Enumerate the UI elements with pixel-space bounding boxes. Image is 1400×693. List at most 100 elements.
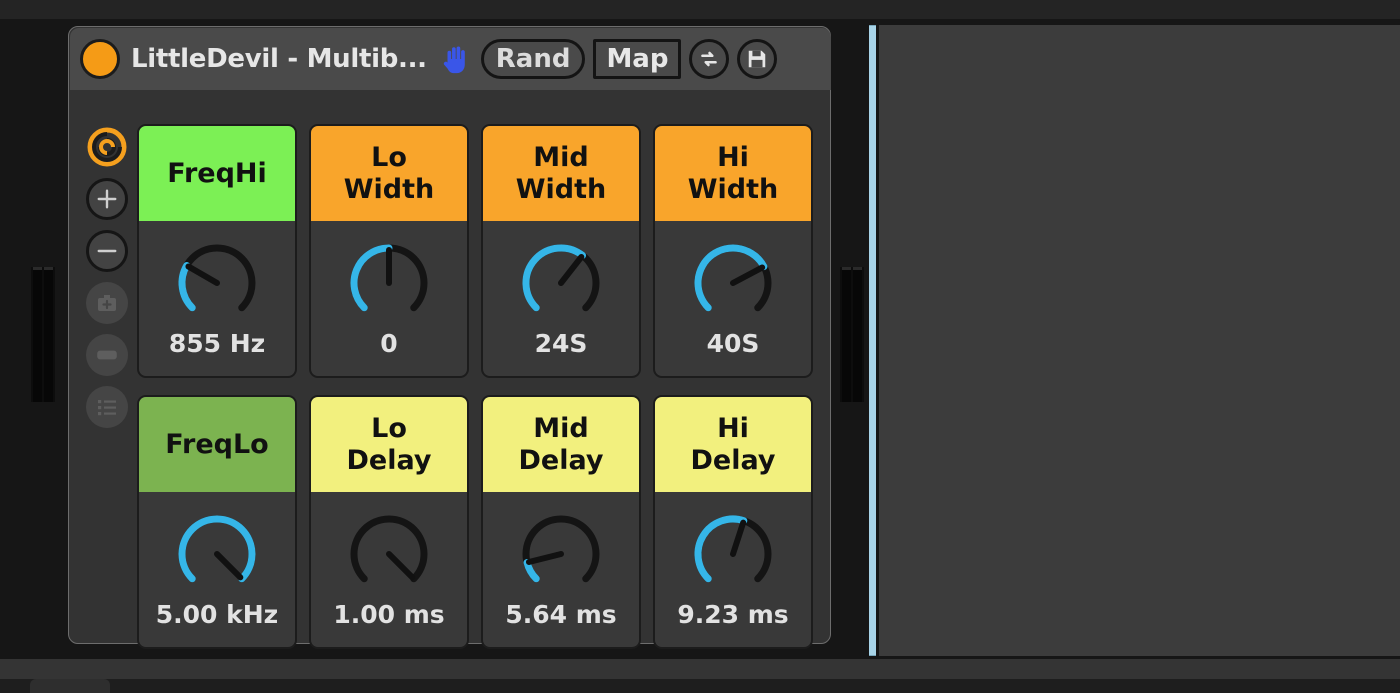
add-macro-button[interactable] bbox=[86, 178, 128, 220]
macro-value: 5.00 kHz bbox=[155, 600, 279, 629]
macro-cell[interactable]: Lo Width 0 bbox=[309, 124, 469, 378]
minus-icon bbox=[97, 249, 117, 253]
macro-cell[interactable]: Hi Delay 9.23 ms bbox=[653, 395, 813, 649]
meter-bar-l bbox=[33, 267, 42, 402]
floppy-disk-save-icon bbox=[749, 50, 766, 68]
macro-knob-area[interactable]: 1.00 ms bbox=[311, 492, 467, 647]
session-right-panel[interactable] bbox=[879, 25, 1400, 656]
window-bottom-strip bbox=[0, 659, 1400, 679]
device-panel: LittleDevil - Multib... Rand Map FreqHi … bbox=[68, 26, 831, 649]
knob-track bbox=[522, 515, 600, 583]
knob-pointer bbox=[730, 519, 747, 557]
knob-graphic bbox=[522, 244, 600, 312]
map-button[interactable]: Map bbox=[593, 39, 682, 79]
knob-graphic bbox=[694, 244, 772, 312]
macro-knob-area[interactable]: 24S bbox=[483, 221, 639, 376]
macro-cell[interactable]: FreqHi 855 Hz bbox=[137, 124, 297, 378]
macro-knob[interactable] bbox=[337, 502, 441, 606]
macro-label: Lo Width bbox=[311, 126, 467, 221]
macro-value: 40S bbox=[706, 329, 760, 358]
window-bottom-bar bbox=[0, 679, 1400, 693]
save-preset-button[interactable] bbox=[737, 39, 778, 79]
minus-box-icon bbox=[97, 350, 117, 360]
macro-row: FreqHi 855 Hz Lo Width 0 Mid Width 24S H… bbox=[137, 124, 821, 378]
macro-cell[interactable]: Mid Width 24S bbox=[481, 124, 641, 378]
macro-knob-area[interactable]: 40S bbox=[655, 221, 811, 376]
macro-knob-area[interactable]: 855 Hz bbox=[139, 221, 295, 376]
knob-graphic bbox=[522, 515, 600, 583]
camera-icon bbox=[98, 295, 116, 311]
bottom-tab-stub[interactable] bbox=[30, 679, 110, 693]
macro-value: 1.00 ms bbox=[333, 600, 445, 629]
knob-graphic bbox=[350, 515, 428, 583]
knob-pointer bbox=[185, 263, 220, 286]
macro-knob-area[interactable]: 5.00 kHz bbox=[139, 492, 295, 647]
macro-value: 0 bbox=[380, 329, 398, 358]
macro-knob[interactable] bbox=[509, 502, 613, 606]
knob-fill bbox=[178, 515, 256, 583]
device-title-bar: LittleDevil - Multib... Rand Map bbox=[70, 28, 831, 90]
track-level-meter-left bbox=[31, 267, 55, 402]
knob-pointer bbox=[386, 551, 416, 581]
macro-knob[interactable] bbox=[165, 502, 269, 606]
meter-bar-r bbox=[853, 267, 862, 402]
macro-cell[interactable]: FreqLo 5.00 kHz bbox=[137, 395, 297, 649]
sidebar-item-macro-spiral[interactable] bbox=[86, 126, 128, 168]
device-left-rail bbox=[77, 99, 137, 635]
plus-icon bbox=[97, 189, 117, 209]
macro-cell[interactable]: Mid Delay 5.64 ms bbox=[481, 395, 641, 649]
macro-label: Hi Delay bbox=[655, 397, 811, 492]
meter-bar-r bbox=[44, 267, 53, 402]
macro-knob[interactable] bbox=[337, 231, 441, 335]
knob-fill bbox=[350, 244, 393, 312]
macro-label: FreqLo bbox=[139, 397, 295, 492]
macro-value: 9.23 ms bbox=[677, 600, 789, 629]
list-view-button[interactable] bbox=[86, 386, 128, 428]
knob-graphic bbox=[178, 515, 256, 583]
macro-label: FreqHi bbox=[139, 126, 295, 221]
snapshot-button[interactable] bbox=[86, 282, 128, 324]
knob-fill bbox=[694, 244, 768, 312]
knob-graphic bbox=[350, 244, 428, 312]
meter-bar-l bbox=[842, 267, 851, 402]
remove-macro-button[interactable] bbox=[86, 230, 128, 272]
knob-fill bbox=[522, 244, 587, 312]
macro-knob-area[interactable]: 0 bbox=[311, 221, 467, 376]
macro-label: Lo Delay bbox=[311, 397, 467, 492]
knob-pointer bbox=[730, 264, 766, 286]
knob-graphic bbox=[694, 515, 772, 583]
macro-value: 24S bbox=[534, 329, 588, 358]
macro-knob[interactable] bbox=[681, 231, 785, 335]
knob-pointer bbox=[558, 254, 585, 286]
device-power-toggle[interactable] bbox=[80, 39, 120, 79]
macro-knob-area[interactable]: 9.23 ms bbox=[655, 492, 811, 647]
device-title: LittleDevil - Multib... bbox=[131, 44, 427, 74]
hand-icon[interactable] bbox=[439, 42, 473, 76]
knob-pointer bbox=[525, 551, 564, 565]
knob-pointer bbox=[214, 551, 244, 581]
knob-fill bbox=[178, 262, 196, 312]
macro-label: Mid Width bbox=[483, 126, 639, 221]
macro-value: 855 Hz bbox=[168, 329, 266, 358]
macro-value: 5.64 ms bbox=[505, 600, 617, 629]
macro-label: Hi Width bbox=[655, 126, 811, 221]
macro-label: Mid Delay bbox=[483, 397, 639, 492]
macro-cell[interactable]: Hi Width 40S bbox=[653, 124, 813, 378]
spiral-icon bbox=[87, 127, 127, 167]
bank-button[interactable] bbox=[86, 334, 128, 376]
window-top-strip bbox=[0, 0, 1400, 19]
knob-track bbox=[178, 244, 256, 312]
macro-knob[interactable] bbox=[509, 231, 613, 335]
app-window: LittleDevil - Multib... Rand Map FreqHi … bbox=[0, 0, 1400, 693]
swap-arrows-button[interactable] bbox=[689, 39, 730, 79]
swap-arrows-icon bbox=[701, 51, 718, 67]
macro-knob[interactable] bbox=[165, 231, 269, 335]
macro-knob[interactable] bbox=[681, 502, 785, 606]
macro-grid: FreqHi 855 Hz Lo Width 0 Mid Width 24S H… bbox=[137, 124, 821, 649]
knob-graphic bbox=[178, 244, 256, 312]
macro-cell[interactable]: Lo Delay 1.00 ms bbox=[309, 395, 469, 649]
track-level-meter-right bbox=[840, 267, 864, 402]
randomize-button[interactable]: Rand bbox=[480, 39, 586, 79]
macro-knob-area[interactable]: 5.64 ms bbox=[483, 492, 639, 647]
macro-row: FreqLo 5.00 kHz Lo Delay 1.00 ms Mid Delay bbox=[137, 395, 821, 649]
